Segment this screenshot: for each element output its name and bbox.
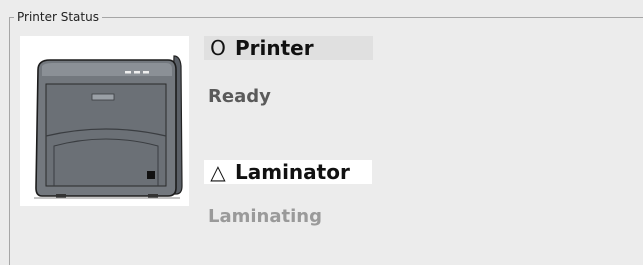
laminator-state-text: Laminating [208, 206, 322, 227]
printer-status-icon: O [210, 36, 226, 60]
printer-laminator-device-icon [34, 55, 183, 199]
laminator-status-icon: △ [210, 160, 226, 184]
printer-status-header: O Printer [204, 36, 373, 60]
printer-state-text: Ready [208, 86, 271, 107]
device-image-panel [20, 36, 189, 206]
group-legend: Printer Status [14, 10, 102, 24]
printer-title: Printer [235, 36, 314, 60]
laminator-status-header: △ Laminator [204, 160, 372, 184]
laminator-title: Laminator [235, 160, 350, 184]
